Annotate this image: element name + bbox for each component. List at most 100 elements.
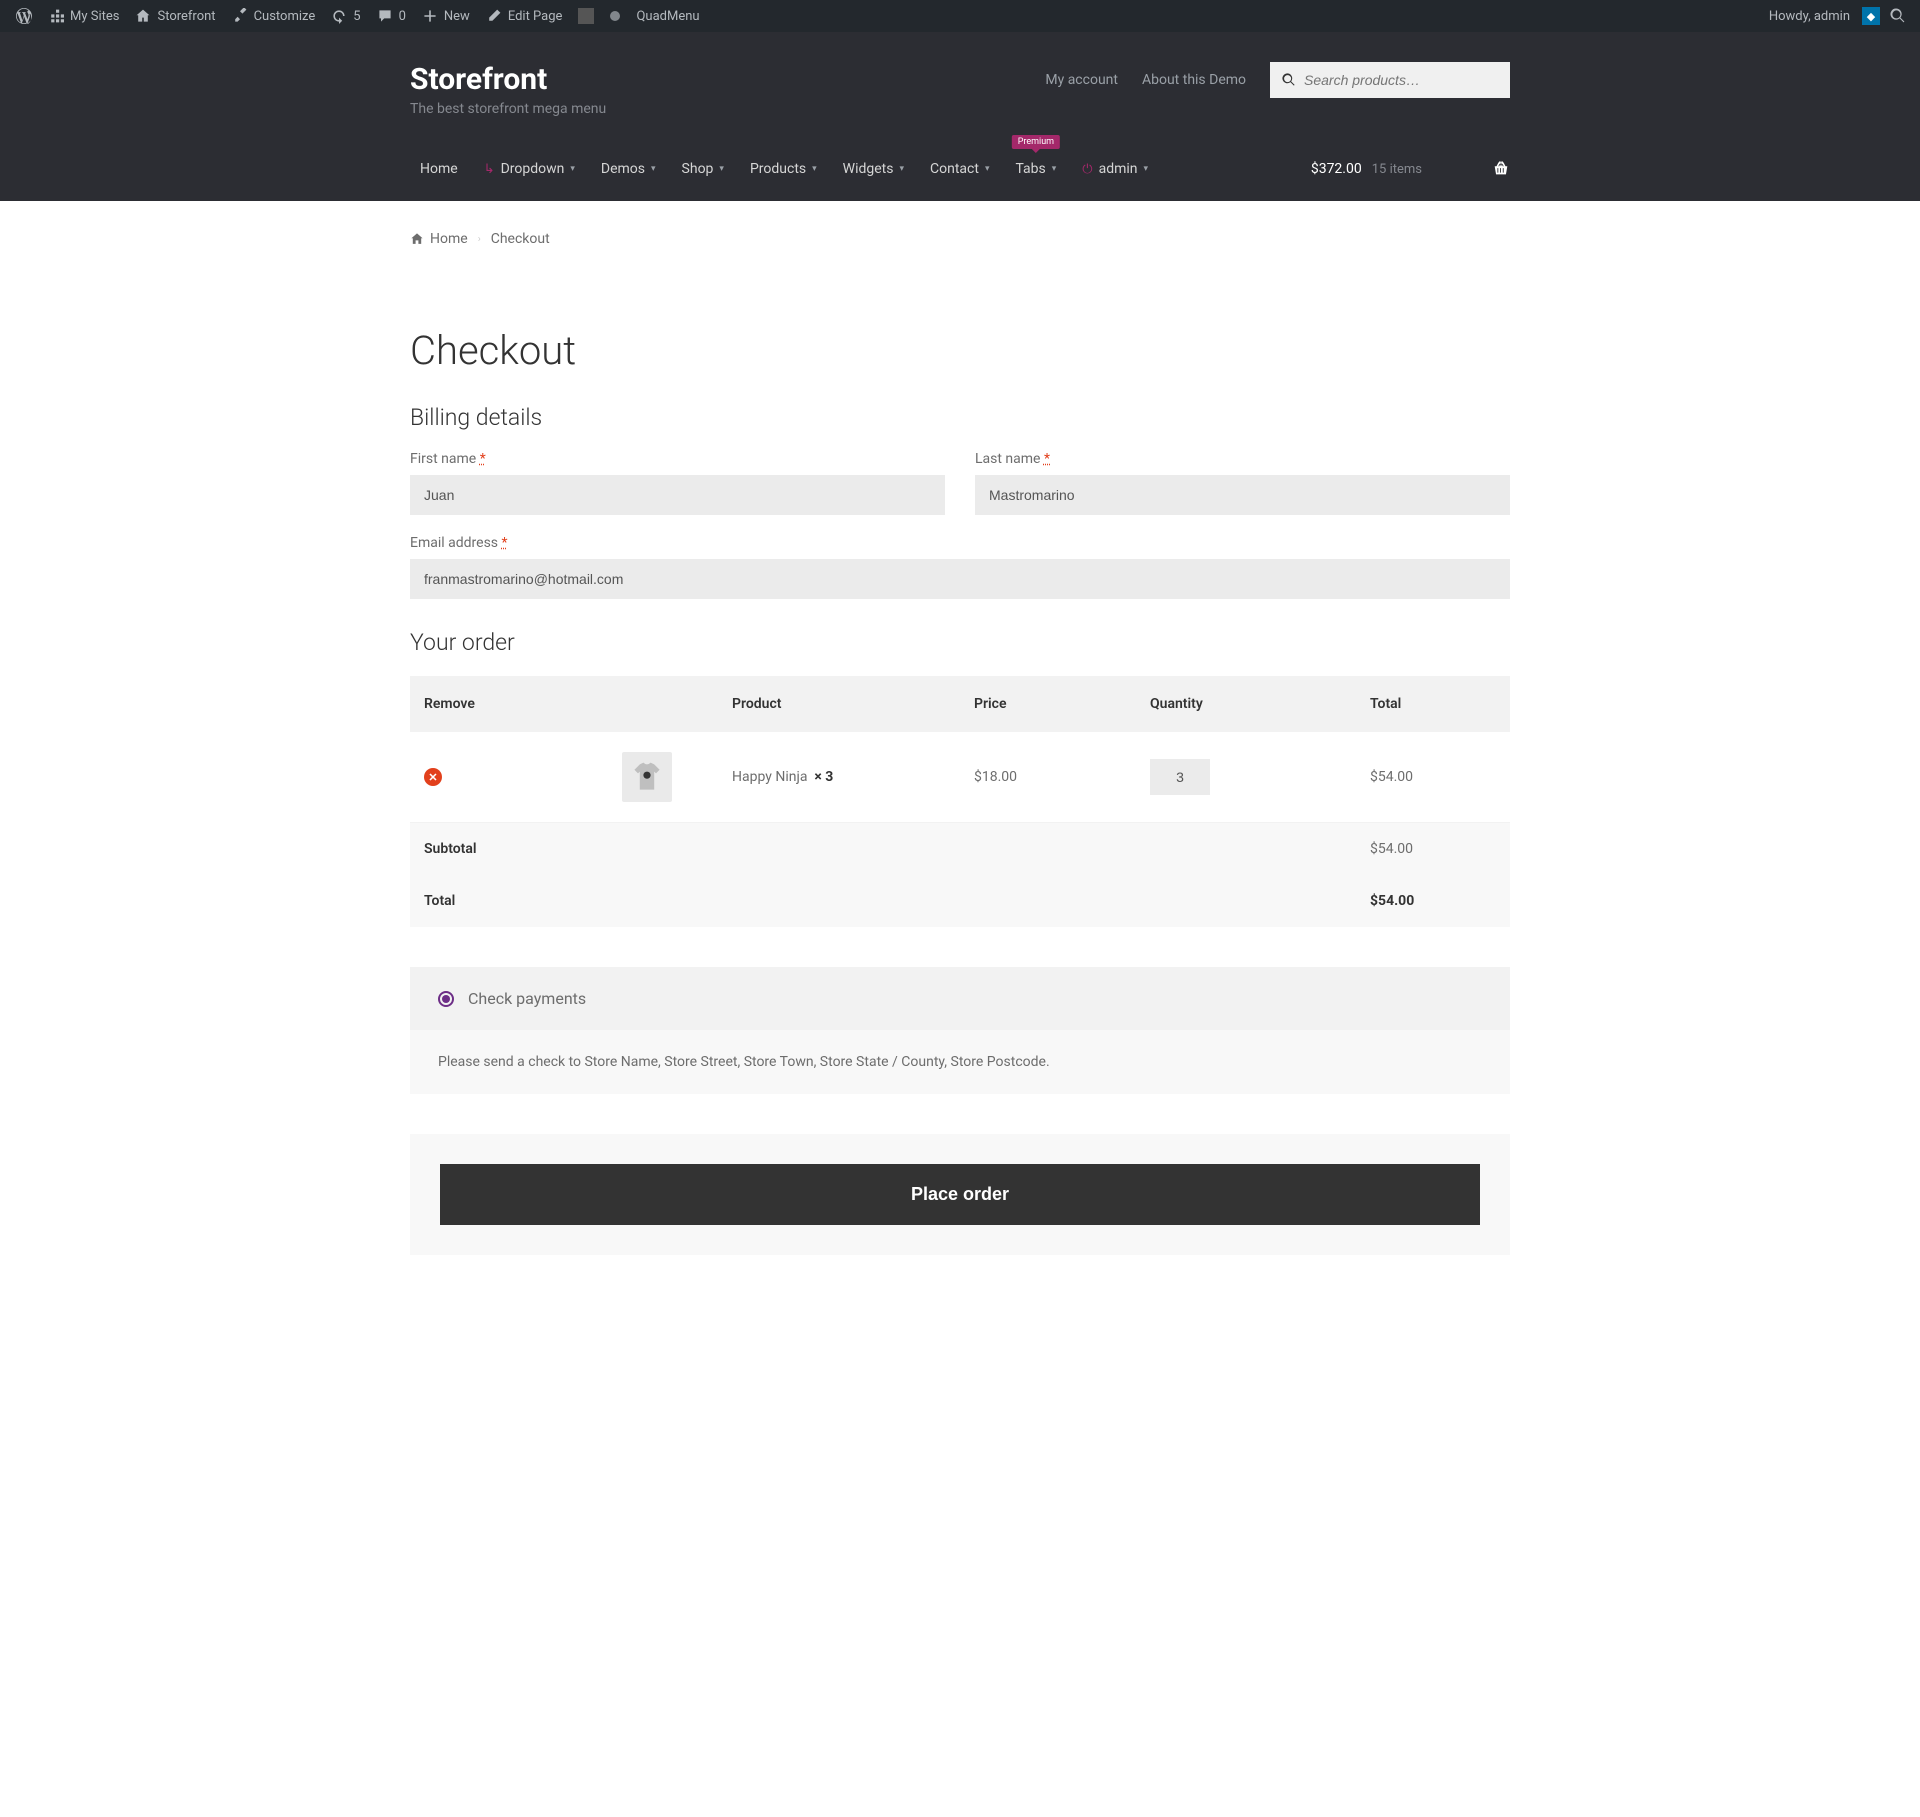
site-link[interactable]: Storefront [127,0,223,32]
product-price: $18.00 [960,732,1136,823]
nav-contact[interactable]: Contact▾ [920,153,999,185]
order-table: Remove Product Price Quantity Total ✕ [410,676,1510,927]
col-remove: Remove [410,676,608,732]
chevron-down-icon: ▾ [812,164,817,174]
wp-logo[interactable] [8,0,40,32]
total-value: $54.00 [1356,875,1510,927]
customize-link[interactable]: Customize [224,0,324,32]
pencil-icon [486,8,502,24]
nav-tabs[interactable]: Premium Tabs ▾ [1005,153,1066,185]
product-search[interactable] [1270,62,1510,98]
table-row: ✕ Happy Ninja × 3 $18.00 $54.00 [410,732,1510,823]
cart-items-count: 15 items [1372,162,1422,177]
quadmenu-label: QuadMenu [636,9,699,24]
site-header: Storefront The best storefront mega menu… [0,32,1920,201]
payment-method-check[interactable]: Check payments [438,989,1482,1008]
home-icon [135,8,151,24]
breadcrumb-home[interactable]: Home [410,231,468,247]
col-total: Total [1356,676,1510,732]
site-tagline: The best storefront mega menu [410,101,606,117]
comment-icon [377,8,393,24]
basket-icon [1492,160,1510,178]
wordpress-icon [16,8,32,24]
howdy-link[interactable]: Howdy, admin [1761,0,1858,32]
email-field-wrap: Email address * [410,535,1510,599]
yoast-icon [578,8,594,24]
my-account-link[interactable]: My account [1045,72,1118,88]
nav-products[interactable]: Products▾ [740,153,827,185]
first-name-field-wrap: First name * [410,451,945,515]
tshirt-icon [629,759,665,795]
email-label: Email address * [410,535,1510,551]
total-label: Total [410,875,1356,927]
home-icon [410,232,424,246]
last-name-field-wrap: Last name * [975,451,1510,515]
site-label: Storefront [157,9,215,24]
breadcrumb-current: Checkout [491,231,550,247]
site-branding: Storefront The best storefront mega menu [410,62,606,117]
about-demo-link[interactable]: About this Demo [1142,72,1246,88]
chevron-down-icon: ▾ [985,164,990,174]
nav-demos[interactable]: Demos▾ [591,153,666,185]
billing-title: Billing details [410,404,1510,431]
email-field[interactable] [410,559,1510,599]
new-label: New [444,9,470,24]
edit-page-link[interactable]: Edit Page [478,0,571,32]
nav-home[interactable]: Home [410,153,468,185]
updates-link[interactable]: 5 [323,0,368,32]
chevron-down-icon: ▾ [899,164,904,174]
remove-item-button[interactable]: ✕ [424,768,442,786]
search-toggle[interactable] [1884,0,1912,32]
product-line-total: $54.00 [1356,732,1510,823]
search-input[interactable] [1304,72,1498,88]
nav-shop[interactable]: Shop▾ [672,153,734,185]
payment-description: Please send a check to Store Name, Store… [410,1030,1510,1094]
last-name-label: Last name * [975,451,1510,467]
wp-admin-bar: My Sites Storefront Customize 5 0 [0,0,1920,32]
comments-link[interactable]: 0 [369,0,414,32]
breadcrumb-separator: › [478,234,481,245]
nav-dropdown[interactable]: ↳ Dropdown ▾ [474,153,585,185]
quantity-input[interactable] [1150,759,1210,795]
col-qty: Quantity [1136,676,1356,732]
cart-price: $372.00 [1311,161,1362,177]
status-dot[interactable] [602,0,628,32]
product-name-cell: Happy Ninja × 3 [718,732,960,823]
site-title[interactable]: Storefront [410,62,606,97]
updates-count: 5 [353,9,360,24]
new-link[interactable]: New [414,0,478,32]
chevron-down-icon: ▾ [719,164,724,174]
my-sites-link[interactable]: My Sites [40,0,127,32]
network-icon [48,8,64,24]
col-product: Product [718,676,960,732]
radio-selected-icon [438,991,454,1007]
product-name[interactable]: Happy Ninja [732,769,807,785]
cart-link[interactable]: $372.00 15 items [1311,160,1510,178]
last-name-field[interactable] [975,475,1510,515]
yoast-link[interactable] [570,0,602,32]
breadcrumb: Home › Checkout [410,231,1510,247]
chevron-down-icon: ▾ [651,164,656,174]
search-icon [1890,8,1906,24]
payment-method-label: Check payments [468,989,586,1008]
grey-dot-icon [610,11,620,21]
nav-admin[interactable]: ⏻ admin ▾ [1072,153,1158,185]
quadmenu-link[interactable]: QuadMenu [628,0,707,32]
product-multiplier: × 3 [814,769,833,785]
first-name-label: First name * [410,451,945,467]
chevron-down-icon: ▾ [570,164,575,174]
first-name-field[interactable] [410,475,945,515]
place-order-button[interactable]: Place order [440,1164,1480,1225]
level-down-icon: ↳ [484,162,495,177]
col-thumb [608,676,718,732]
place-order-wrap: Place order [410,1134,1510,1255]
refresh-icon [331,8,347,24]
dismiss-icon: ◆ [1862,7,1880,25]
premium-badge: Premium [1012,135,1060,149]
nav-widgets[interactable]: Widgets▾ [833,153,914,185]
product-thumbnail[interactable] [622,752,672,802]
page-title: Checkout [410,327,1510,374]
col-price: Price [960,676,1136,732]
brush-icon [232,8,248,24]
dismiss-badge[interactable]: ◆ [1858,0,1884,32]
